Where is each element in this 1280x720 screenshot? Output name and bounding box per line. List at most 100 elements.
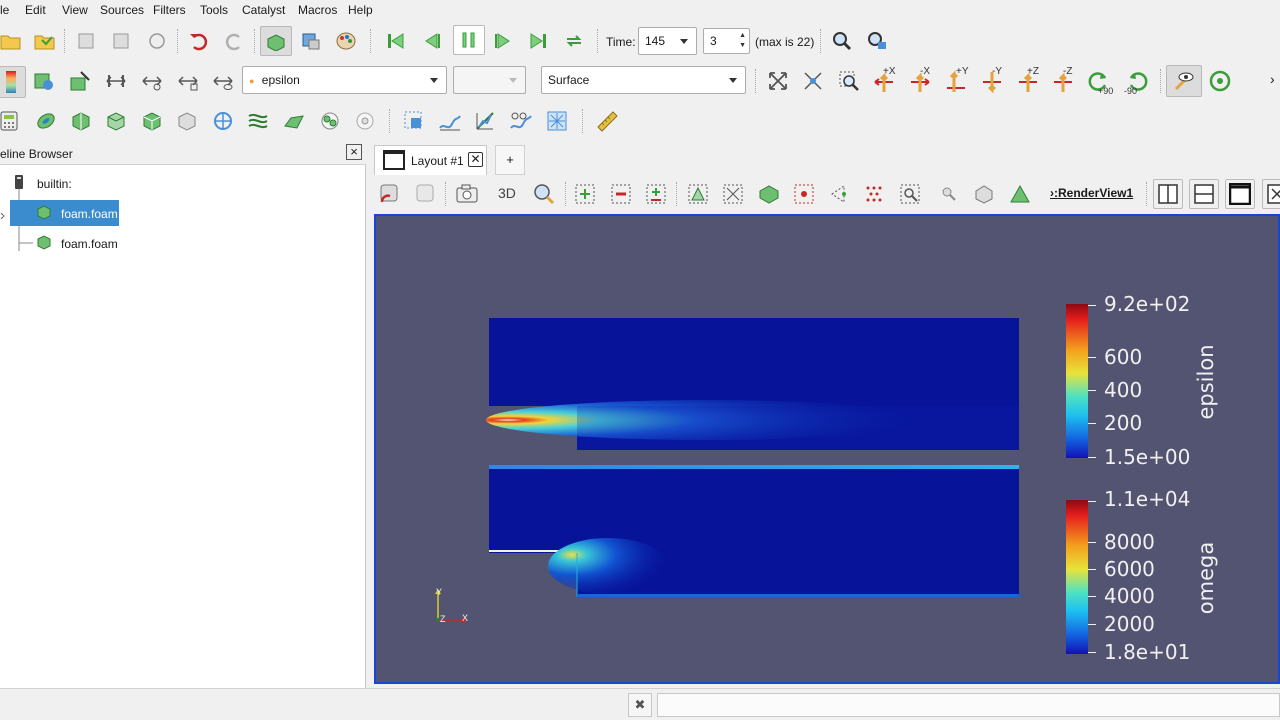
- next-frame-icon[interactable]: [490, 28, 516, 54]
- hover-points-icon[interactable]: [897, 181, 923, 207]
- auto-apply-icon[interactable]: [1166, 65, 1202, 97]
- menu-filters[interactable]: Filters: [153, 3, 186, 17]
- select-polygon-icon[interactable]: [826, 181, 852, 207]
- color-map-editor-icon[interactable]: [0, 66, 26, 98]
- first-frame-icon[interactable]: [383, 28, 409, 54]
- extract-level-icon[interactable]: [352, 108, 378, 134]
- add-selection-icon[interactable]: [643, 181, 669, 207]
- interaction-mode-icon[interactable]: [260, 26, 292, 56]
- timestep-spinbox[interactable]: 3 ▲ ▼: [703, 28, 750, 54]
- render-viewport[interactable]: Y X Z 9.2e+02 600 400 200 1.5e+00 epsilo…: [374, 214, 1280, 684]
- split-horizontal-icon[interactable]: [1153, 179, 1183, 209]
- play-pause-icon[interactable]: [453, 25, 485, 55]
- menu-tools[interactable]: Tools: [200, 3, 228, 17]
- loop-icon[interactable]: [561, 28, 587, 54]
- warp-by-vector-icon[interactable]: [281, 108, 307, 134]
- open-folder-icon[interactable]: [0, 28, 24, 54]
- rescale-custom-icon[interactable]: [139, 68, 165, 94]
- rotate-minus-90-icon[interactable]: -90: [1124, 68, 1150, 96]
- close-icon[interactable]: ×: [346, 144, 362, 160]
- last-frame-icon[interactable]: [525, 28, 551, 54]
- close-view-icon[interactable]: [1262, 179, 1280, 209]
- close-tab-icon[interactable]: ✕: [468, 152, 483, 167]
- menu-view[interactable]: View: [62, 3, 88, 17]
- select-points-icon[interactable]: [720, 181, 746, 207]
- menu-edit[interactable]: Edit: [25, 3, 46, 17]
- plot-over-time-icon[interactable]: [508, 108, 534, 134]
- view-minus-y-icon[interactable]: -Y: [979, 66, 1005, 94]
- view-minus-z-icon[interactable]: -Z: [1050, 66, 1076, 94]
- color-palette-icon[interactable]: [333, 28, 359, 54]
- spreadsheet-icon[interactable]: [544, 108, 570, 134]
- select-cells-icon[interactable]: [572, 181, 598, 207]
- contour-icon[interactable]: [33, 108, 59, 134]
- reset-camera-icon[interactable]: [765, 68, 791, 94]
- view-plus-y-icon[interactable]: +Y: [943, 66, 969, 94]
- reset-range-icon[interactable]: [31, 68, 57, 94]
- zoom-to-box-icon[interactable]: [836, 68, 862, 94]
- glyph-icon[interactable]: [210, 108, 236, 134]
- deselect-icon[interactable]: [608, 181, 634, 207]
- select-points-on-icon[interactable]: [685, 181, 711, 207]
- redo-camera-icon[interactable]: [413, 181, 439, 207]
- tab-layout-1[interactable]: Layout #1 ✕: [374, 145, 487, 175]
- calculator-icon[interactable]: [0, 108, 22, 134]
- clip-icon[interactable]: [68, 108, 94, 134]
- plot-over-line-icon[interactable]: [437, 108, 463, 134]
- view-minus-x-icon[interactable]: -X: [907, 66, 933, 94]
- view-plus-z-icon[interactable]: +Z: [1015, 66, 1041, 94]
- mode-3d-toggle[interactable]: 3D: [498, 185, 516, 201]
- stream-tracer-icon[interactable]: [245, 108, 271, 134]
- rescale-data-icon[interactable]: [103, 68, 129, 94]
- find-data-panel-icon[interactable]: [401, 108, 427, 134]
- redo-icon[interactable]: [221, 28, 247, 54]
- interactive-select-icon[interactable]: [970, 181, 996, 207]
- tree-item-builtin[interactable]: builtin:: [37, 177, 72, 191]
- clear-status-icon[interactable]: ✖: [628, 693, 652, 717]
- group-datasets-icon[interactable]: [317, 108, 343, 134]
- rescale-temporal-icon[interactable]: [175, 68, 201, 94]
- camera-snapshot-icon[interactable]: [454, 181, 480, 207]
- reset-session-icon[interactable]: [144, 28, 170, 54]
- disconnect-icon[interactable]: [108, 28, 134, 54]
- select-block-icon[interactable]: [756, 181, 782, 207]
- add-tab-button[interactable]: +: [495, 145, 525, 175]
- capture-selection-icon[interactable]: [377, 181, 403, 207]
- slice-icon[interactable]: [103, 108, 129, 134]
- camera-link-icon[interactable]: [298, 28, 324, 54]
- menu-sources[interactable]: Sources: [100, 3, 144, 17]
- grow-selection-icon[interactable]: [1007, 181, 1033, 207]
- menu-help[interactable]: Help: [348, 3, 373, 17]
- tree-item-foam-2[interactable]: foam.foam: [61, 237, 118, 251]
- extract-subset-icon[interactable]: [174, 108, 200, 134]
- plot-data-icon[interactable]: [472, 108, 498, 134]
- refresh-icon[interactable]: [1207, 68, 1233, 94]
- connect-icon[interactable]: [73, 28, 99, 54]
- ruler-icon[interactable]: [594, 108, 620, 134]
- load-state-icon[interactable]: [32, 28, 58, 54]
- view-plus-x-icon[interactable]: +X: [871, 66, 897, 94]
- spin-arrows-icon[interactable]: ▲ ▼: [739, 31, 746, 51]
- rotate-plus-90-icon[interactable]: +90: [1086, 68, 1113, 96]
- maximize-view-icon[interactable]: [1225, 179, 1255, 209]
- time-combo[interactable]: 145: [638, 27, 697, 55]
- select-frustum-icon[interactable]: [791, 181, 817, 207]
- hover-cells-icon[interactable]: [936, 181, 962, 207]
- custom-range-icon[interactable]: [67, 68, 93, 94]
- threshold-icon[interactable]: [139, 108, 165, 134]
- undo-icon[interactable]: [186, 28, 212, 54]
- rescale-visible-icon[interactable]: [210, 68, 236, 94]
- menu-catalyst[interactable]: Catalyst: [242, 3, 285, 17]
- component-combo[interactable]: [453, 66, 526, 94]
- select-points-interactive-icon[interactable]: [861, 181, 887, 207]
- tree-item-foam-1[interactable]: foam.foam: [61, 207, 118, 221]
- menu-file[interactable]: le: [0, 3, 9, 17]
- split-vertical-icon[interactable]: [1189, 179, 1219, 209]
- menu-macros[interactable]: Macros: [298, 3, 337, 17]
- zoom-to-data-icon[interactable]: [800, 68, 826, 94]
- camera-zoom-icon[interactable]: [531, 181, 557, 207]
- screenshot-find-icon[interactable]: [864, 28, 890, 54]
- representation-combo[interactable]: Surface: [541, 66, 746, 94]
- previous-frame-icon[interactable]: [419, 28, 445, 54]
- find-data-icon[interactable]: [829, 28, 855, 54]
